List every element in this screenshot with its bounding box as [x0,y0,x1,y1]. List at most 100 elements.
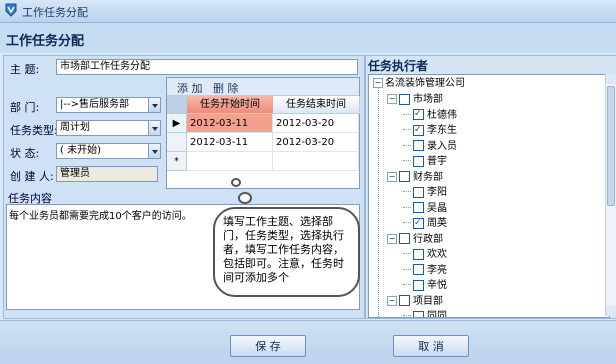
checkbox-icon[interactable] [413,186,424,198]
chevron-down-icon[interactable] [148,143,161,159]
checkbox-icon[interactable] [413,248,424,260]
delete-row-button[interactable]: 删 除 [213,80,239,96]
tree-node-label: 辛悦 [427,280,447,291]
cancel-button[interactable]: 取 消 [393,335,469,357]
scroll-thumb[interactable] [607,86,615,206]
tree-connector [403,222,411,223]
executor-panel: 任务执行者 −名流装饰管理公司 −市场部杜德伟李东生录入员普宇−财务部李阳吴晶周… [365,55,616,319]
save-button[interactable]: 保 存 [230,335,306,357]
grid-toolbar: 添 加 删 除 [167,78,359,96]
current-row-marker: ▶ [167,114,187,133]
type-select-value: 周计划 [60,122,90,133]
checkbox-icon[interactable] [413,123,424,137]
subject-label: 主 题: [10,63,40,76]
scroll-up-icon[interactable] [606,74,616,84]
collapse-icon[interactable]: − [387,171,397,182]
checkbox-icon[interactable] [399,295,410,306]
creator-field: 管理员 [56,166,158,182]
tree-connector [403,144,411,146]
subject-input[interactable]: 市场部工作任务分配 [56,59,358,75]
grid-col-header[interactable]: 任务开始时间 [187,96,274,114]
tree-user-node[interactable]: 周英 [403,216,447,231]
tree-dept-node[interactable]: − 项目部 [387,295,443,309]
tree-node-label: 普宇 [427,156,447,167]
tree-user-node[interactable]: 吴晶 [403,202,447,216]
scroll-down-icon[interactable] [606,306,616,316]
add-row-button[interactable]: 添 加 [177,80,203,96]
checkbox-icon[interactable] [413,202,424,213]
callout-tail [238,192,252,204]
executor-tree: −名流装饰管理公司 − 市场部杜德伟李东生录入员普宇 − 财务部李阳吴晶周英 − 行政部欢… [368,74,610,318]
checkbox-icon[interactable] [413,310,424,317]
status-label: 状 态: [10,147,40,160]
checkbox-icon[interactable] [413,279,424,291]
help-callout: 填写工作主题、选择部门，任务类型，选择执行者，填写工作任务内容，包括即可。注意，… [213,207,360,297]
checkbox-icon[interactable] [413,155,424,167]
tree-connector [403,284,411,285]
tree-connector [403,129,411,130]
checkbox-icon[interactable] [399,93,410,105]
collapse-icon[interactable]: − [387,295,397,306]
app-logo-icon [5,3,17,17]
checkbox-icon[interactable] [413,107,424,121]
footer-bar: 保 存 取 消 [0,320,616,364]
tree-dept-node[interactable]: − 市场部 [387,93,443,107]
checkbox-icon[interactable] [413,216,424,230]
collapse-icon[interactable]: − [387,233,397,244]
checkbox-icon[interactable] [413,140,424,151]
dept-select-value: |-->售后服务部 [60,99,129,110]
tree-connector [403,315,411,316]
dept-select[interactable]: |-->售后服务部 [56,97,161,113]
new-row-marker: * [167,152,187,171]
grid-cell[interactable]: 2012-03-20 [273,114,359,133]
tree-connector [403,268,411,270]
tree-user-node[interactable]: 同同 [403,310,447,317]
status-select[interactable]: ( 未开始) [56,143,161,159]
grid-cell-new[interactable] [187,152,273,171]
tree-node-label: 项目部 [413,295,443,307]
tree-user-node[interactable]: 李东生 [403,123,457,138]
tree-user-node[interactable]: 辛悦 [403,279,447,293]
chevron-down-icon[interactable] [148,97,161,113]
tree-node-label: 财务部 [413,171,443,183]
tree-user-node[interactable]: 录入员 [403,140,457,154]
chevron-down-icon[interactable] [148,120,161,136]
tree-node-label: 行政部 [413,233,443,245]
collapse-icon[interactable]: − [387,94,397,104]
tree-node-label: 市场部 [413,94,443,105]
grid-cell[interactable]: 2012-03-11 [187,133,273,152]
tree-connector [403,206,411,208]
status-select-value: ( 未开始) [60,145,101,156]
grid-cell[interactable]: 2012-03-11 [187,114,273,133]
title-bar: 工作任务分配 [0,0,616,23]
tree-connector [378,87,379,317]
tree-connector [403,113,411,115]
grid-corner [167,96,187,114]
type-select[interactable]: 周计划 [56,120,161,136]
tree-user-node[interactable]: 李阳 [403,186,447,200]
checkbox-icon[interactable] [413,264,424,275]
grid-row-header [167,133,187,152]
type-label: 任务类型: [10,124,58,137]
tree-user-node[interactable]: 李亮 [403,264,447,278]
dept-label: 部 门: [10,101,40,114]
tree-user-node[interactable]: 欢欢 [403,248,447,262]
tree-dept-node[interactable]: − 财务部 [387,171,443,185]
page-title: 工作任务分配 [6,34,85,49]
checkbox-icon[interactable] [399,171,410,182]
tree-node-label: 李亮 [427,264,447,276]
tree-node-label: 周英 [427,218,447,229]
tree-root[interactable]: − 名流装饰管理公司 [373,77,465,91]
tree-user-node[interactable]: 杜德伟 [403,107,457,123]
callout-tail [231,178,241,187]
grid-col-header[interactable]: 任务结束时间 [273,96,360,114]
tree-dept-node[interactable]: − 行政部 [387,233,443,247]
content-text: 每个业务员都需要完成10个客户的访问。 [9,211,192,222]
checkbox-icon[interactable] [399,233,410,244]
tree-user-node[interactable]: 普宇 [403,155,447,169]
tree-scrollbar[interactable] [605,74,616,316]
tree-node-label: 李阳 [427,187,447,198]
grid-cell-new[interactable] [273,152,359,171]
tree-connector [403,160,411,161]
grid-cell[interactable]: 2012-03-20 [273,133,359,152]
